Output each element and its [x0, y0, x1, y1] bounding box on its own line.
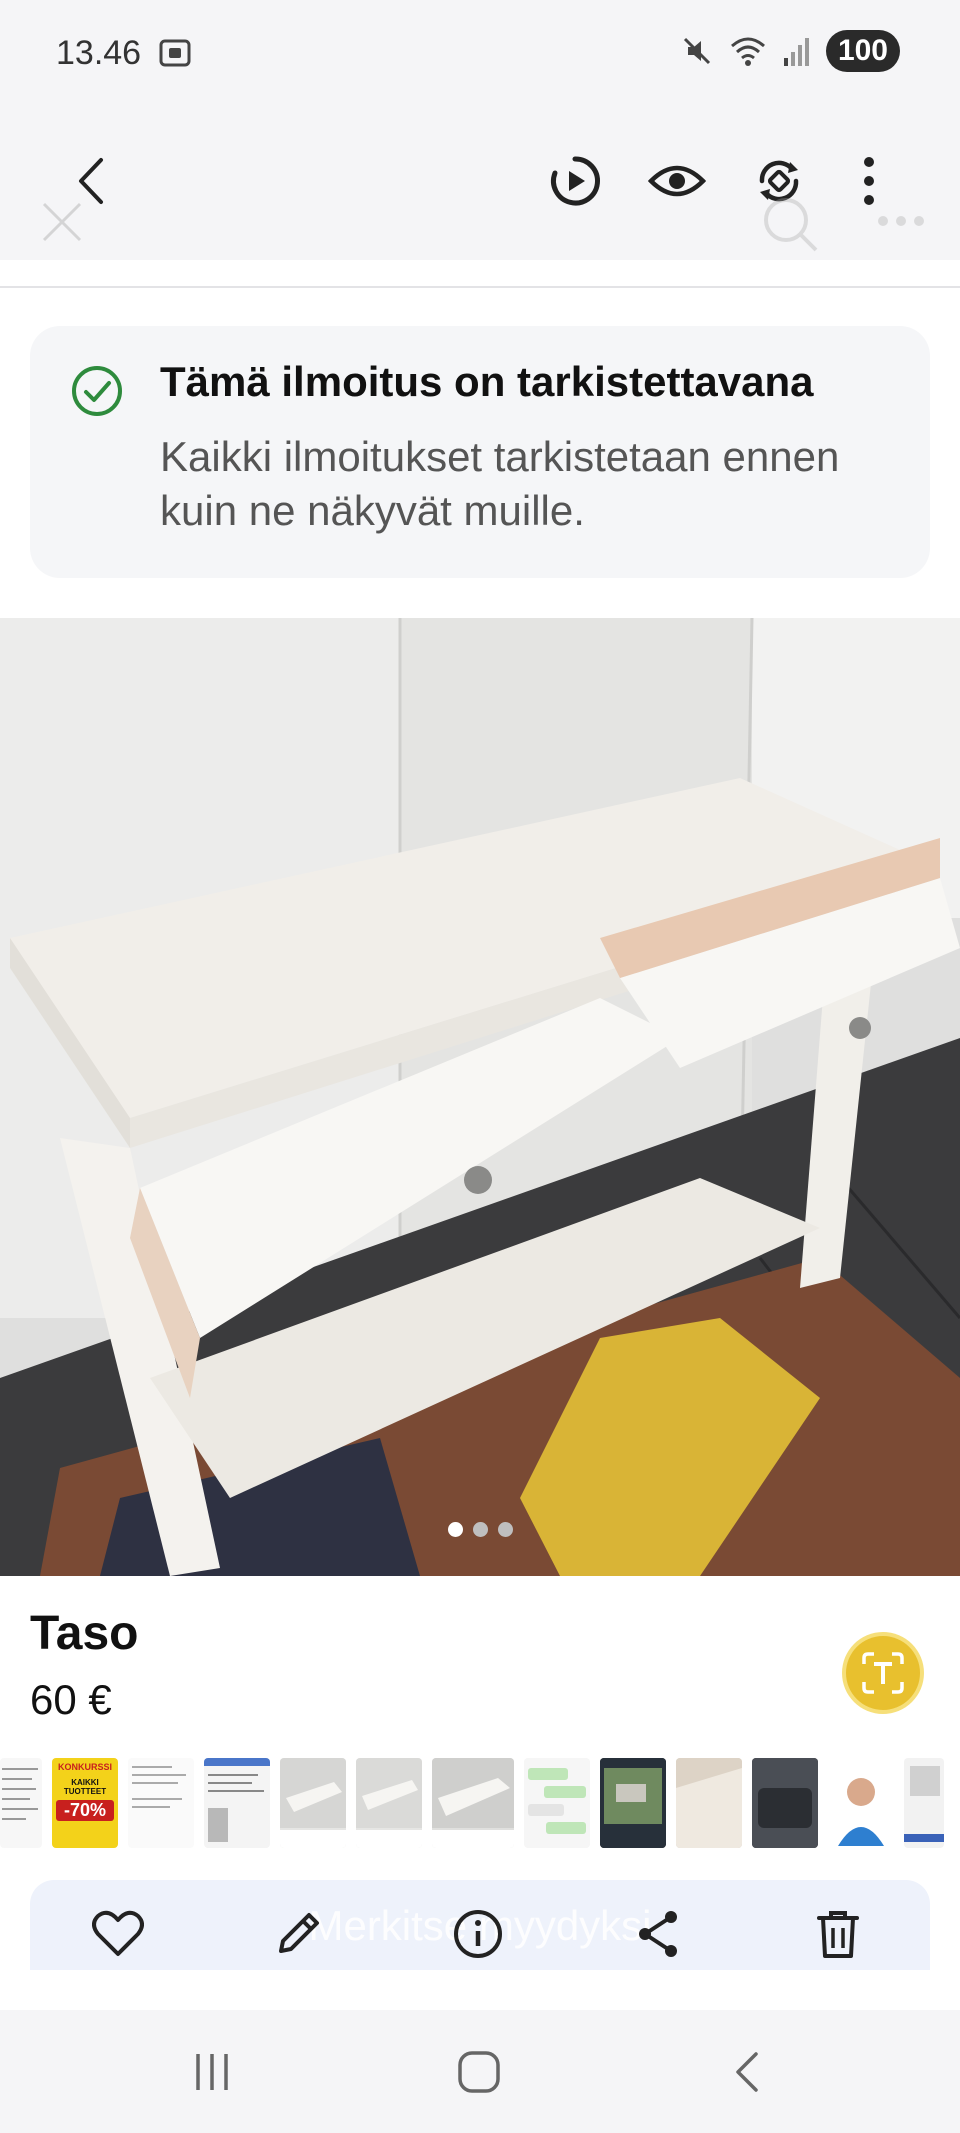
- promo-discount: -70%: [56, 1800, 114, 1821]
- search-icon: [764, 198, 818, 252]
- thumbnail[interactable]: [356, 1758, 422, 1848]
- eye-icon: [648, 165, 706, 197]
- notice-title: Tämä ilmoitus on tarkistettavana: [160, 358, 814, 405]
- more-vertical-icon: [864, 157, 874, 205]
- divider: [0, 286, 960, 288]
- screen-record-icon: [159, 39, 191, 67]
- status-time: 13.46: [56, 34, 142, 72]
- pencil-icon: [279, 1913, 319, 1953]
- thumbnail[interactable]: [828, 1758, 894, 1848]
- delete-button[interactable]: [808, 1904, 868, 1964]
- gallery-toolbar: [0, 110, 960, 260]
- thumbnail[interactable]: [600, 1758, 666, 1848]
- view-button[interactable]: [642, 146, 712, 216]
- thumbnail-promo[interactable]: KONKURSSI KAIKKI TUOTTEET -70%: [52, 1758, 118, 1848]
- edit-button[interactable]: [268, 1904, 328, 1964]
- action-bar: Merkitse myydyksi: [30, 1880, 930, 1970]
- system-navigation-bar: [0, 2010, 960, 2133]
- thumbnail[interactable]: [752, 1758, 818, 1848]
- item-title: Taso: [30, 1607, 139, 1660]
- trash-icon: [817, 1911, 859, 1958]
- item-price: 60 €: [30, 1676, 112, 1723]
- details-button[interactable]: [448, 1904, 508, 1964]
- thumbnail-strip: KONKURSSI KAIKKI TUOTTEET -70%: [0, 1758, 960, 1854]
- signal-icon: [783, 38, 809, 66]
- carousel-dot-2[interactable]: [472, 1522, 488, 1537]
- heart-icon: [92, 1910, 144, 1956]
- thumbnail[interactable]: [128, 1758, 194, 1848]
- thumbnail-selected[interactable]: [432, 1758, 514, 1848]
- motion-photo-icon: [551, 156, 600, 206]
- ghost-more-icon: [878, 216, 924, 226]
- console-table-illustration: [0, 618, 960, 1576]
- battery-indicator: 100: [825, 30, 900, 72]
- info-icon: [454, 1910, 502, 1958]
- promo-line-2: KAIKKI TUOTTEET: [63, 1778, 107, 1796]
- listing-photo[interactable]: [0, 618, 960, 1576]
- status-icons: 100: [680, 30, 900, 72]
- thumbnail[interactable]: [676, 1758, 742, 1848]
- mute-icon: [683, 37, 710, 65]
- thumbnail[interactable]: [524, 1758, 590, 1848]
- thumbnail[interactable]: [904, 1758, 944, 1848]
- check-circle-icon: [72, 366, 122, 416]
- more-options-button[interactable]: [834, 146, 904, 216]
- promo-line-1: KONKURSSI: [57, 1762, 112, 1772]
- carousel-indicator: [0, 1522, 960, 1537]
- back-button[interactable]: [58, 146, 128, 216]
- thumbnail[interactable]: [204, 1758, 270, 1848]
- favorite-button[interactable]: [88, 1904, 148, 1964]
- extract-text-button[interactable]: [846, 1636, 920, 1710]
- review-notice-card: Tämä ilmoitus on tarkistettavana Kaikki …: [30, 326, 930, 578]
- share-icon: [639, 1911, 677, 1957]
- notice-text: Kaikki ilmoitukset tarkistetaan ennen ku…: [160, 433, 840, 534]
- carousel-dot-3[interactable]: [497, 1522, 513, 1537]
- thumbnail[interactable]: [0, 1758, 42, 1848]
- recent-apps-icon[interactable]: [190, 2050, 234, 2094]
- text-extract-icon: [862, 1652, 904, 1694]
- home-icon[interactable]: [456, 2050, 502, 2094]
- status-bar: 13.46 100: [0, 0, 960, 110]
- back-arrow-icon: [79, 158, 103, 204]
- back-nav-icon[interactable]: [730, 2050, 764, 2094]
- carousel-dot-1[interactable]: [447, 1522, 463, 1537]
- wifi-icon: [730, 37, 765, 66]
- motion-photo-button[interactable]: [540, 146, 610, 216]
- share-button[interactable]: [628, 1904, 688, 1964]
- thumbnail[interactable]: [280, 1758, 346, 1848]
